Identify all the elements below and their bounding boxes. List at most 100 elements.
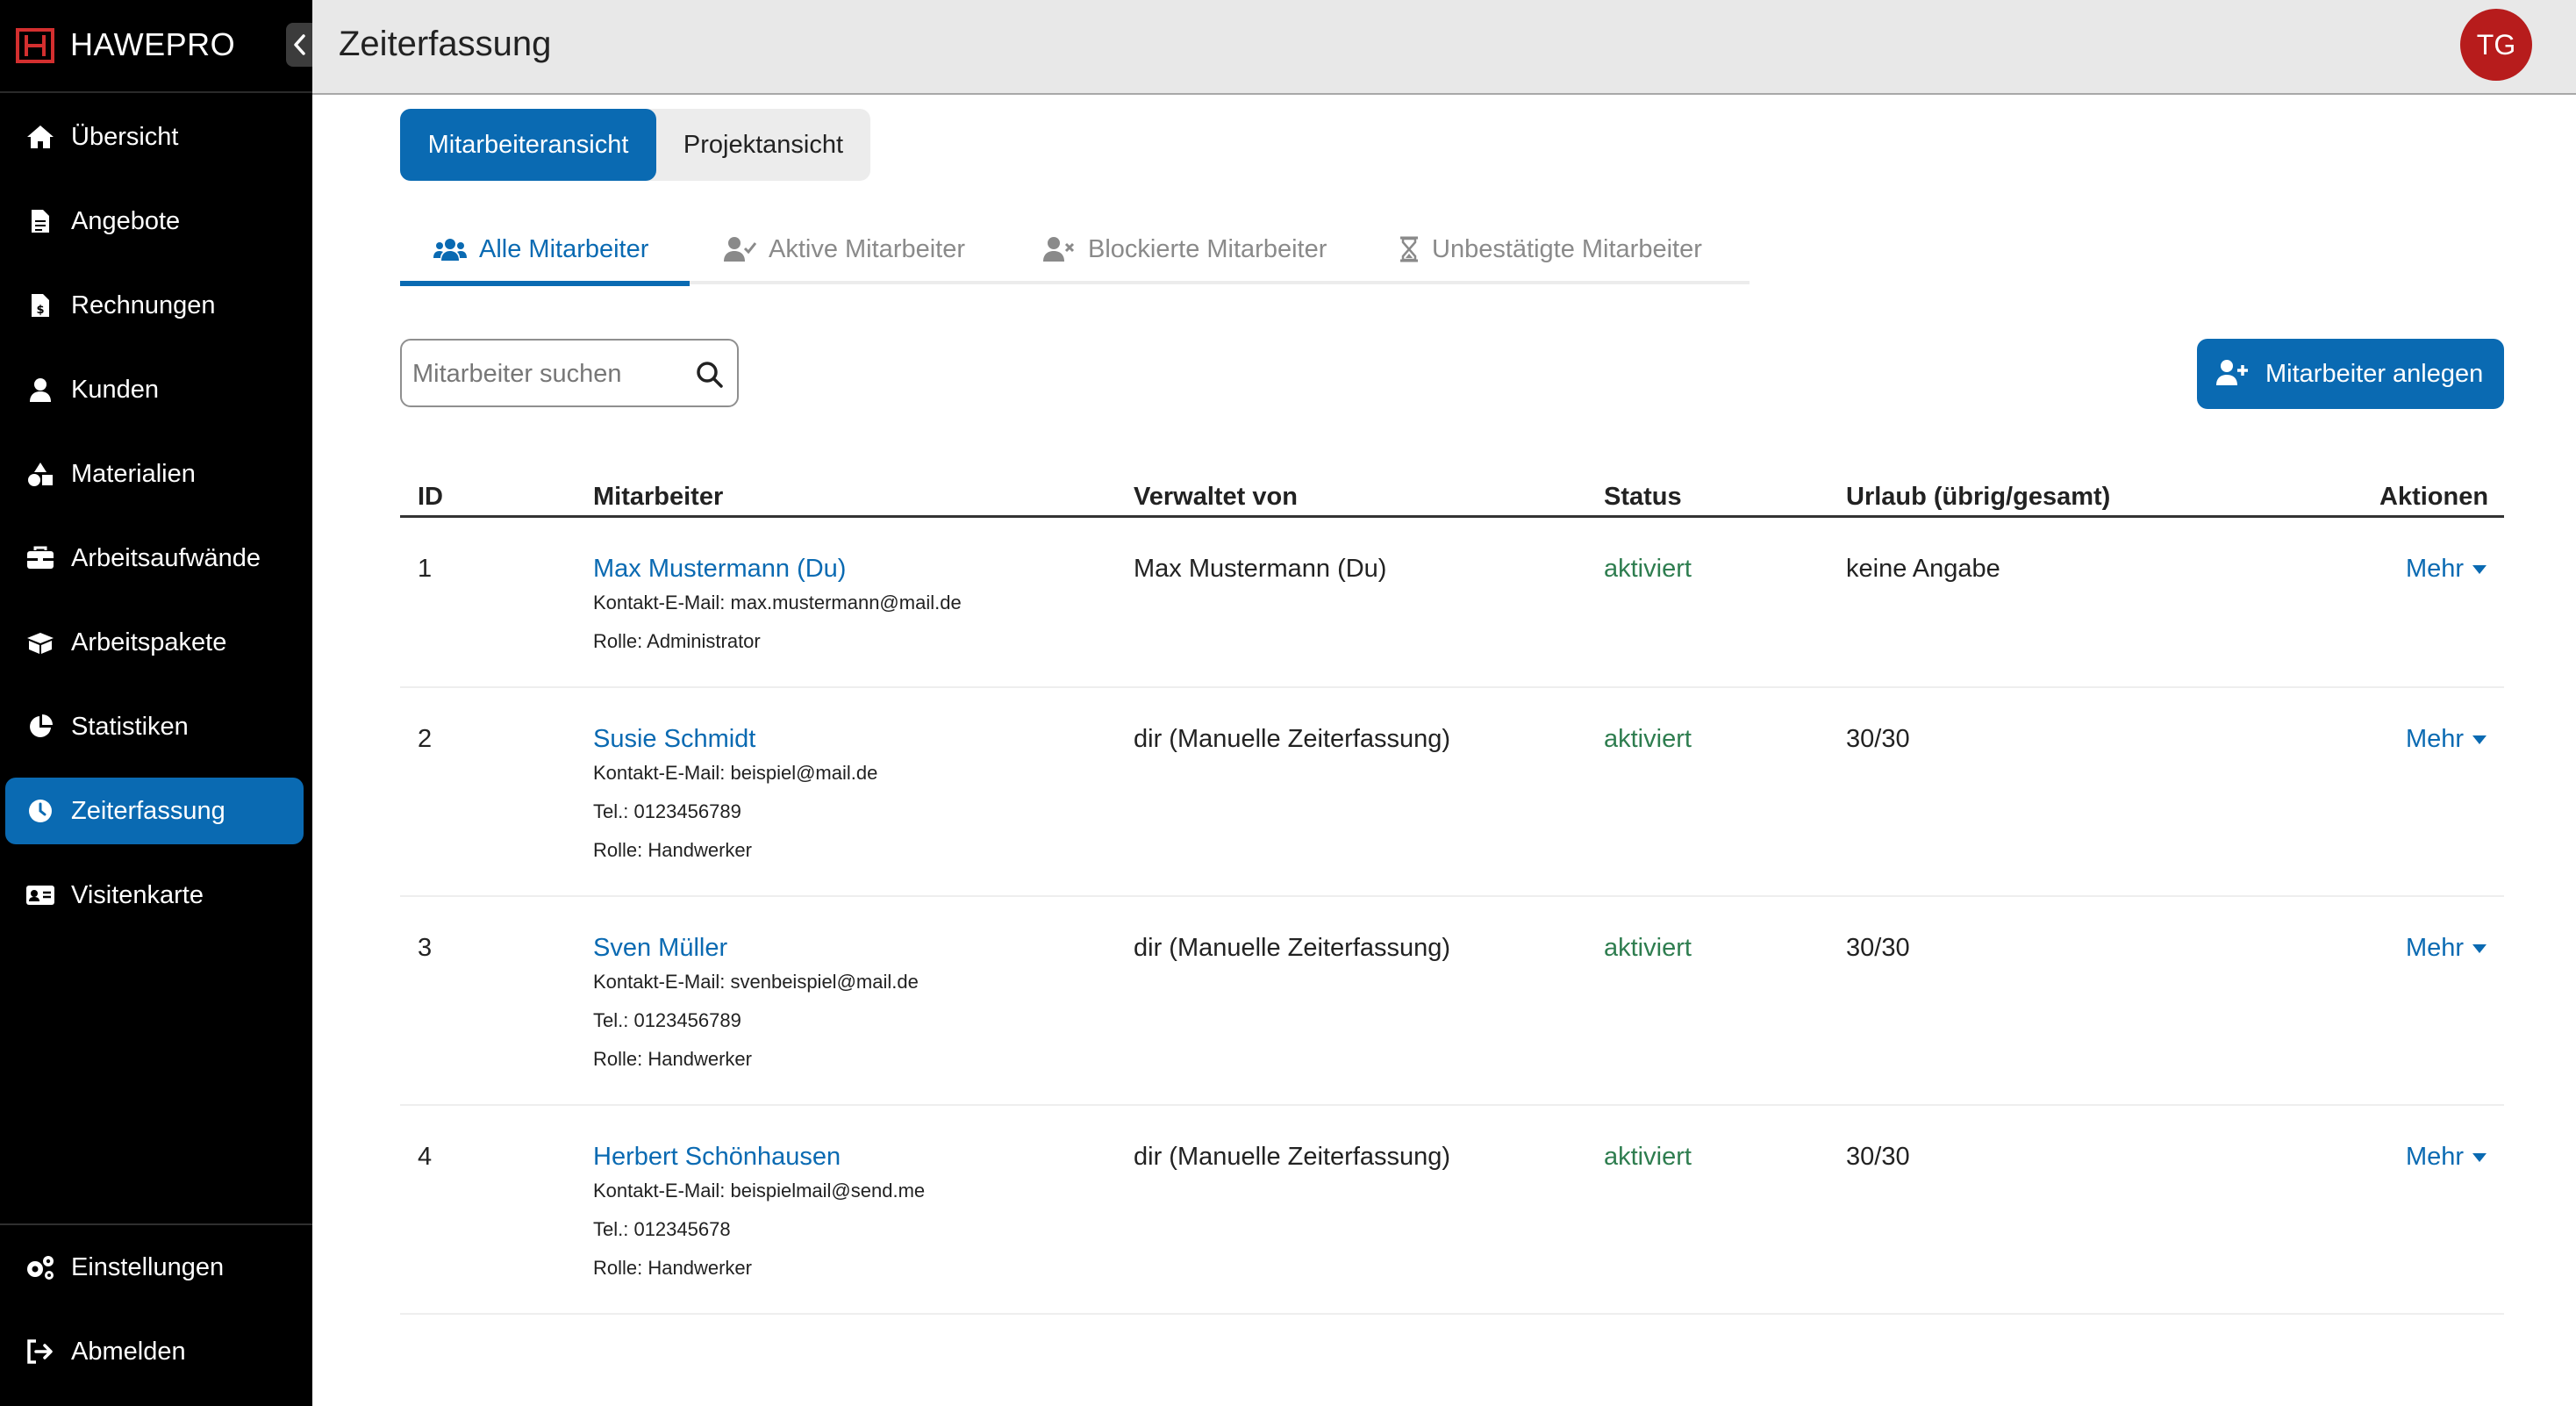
sidebar-divider bbox=[0, 1223, 312, 1225]
brand-name: HAWEPRO bbox=[70, 26, 236, 62]
vacation-value: 30/30 bbox=[1846, 725, 1910, 753]
hourglass-icon bbox=[1399, 236, 1420, 262]
more-label: Mehr bbox=[2406, 1143, 2465, 1171]
filter-tabs: Alle Mitarbeiter Aktive Mitarbeiter Bloc… bbox=[400, 214, 1750, 286]
home-icon bbox=[23, 121, 58, 153]
employee-id: 3 bbox=[418, 934, 433, 962]
avatar[interactable]: TG bbox=[2460, 9, 2532, 81]
sidebar-item-label: Übersicht bbox=[71, 122, 179, 151]
add-employee-button[interactable]: Mitarbeiter anlegen bbox=[2197, 339, 2504, 409]
document-icon bbox=[23, 205, 58, 237]
vacation-value: 30/30 bbox=[1846, 934, 1910, 962]
column-header-id: ID bbox=[418, 483, 443, 511]
user-plus-icon bbox=[2216, 360, 2248, 385]
status-badge: aktiviert bbox=[1604, 1143, 1692, 1171]
tab-unbestaetigte-mitarbeiter[interactable]: Unbestätigte Mitarbeiter bbox=[1399, 214, 1702, 284]
employee-role: Rolle: Administrator bbox=[593, 630, 761, 652]
brand-header: HAWEPRO bbox=[0, 0, 312, 93]
status-badge: aktiviert bbox=[1604, 725, 1692, 753]
more-dropdown-button[interactable]: Mehr bbox=[2406, 934, 2487, 963]
more-dropdown-button[interactable]: Mehr bbox=[2406, 1143, 2487, 1172]
user-icon bbox=[23, 374, 58, 405]
tab-aktive-mitarbeiter[interactable]: Aktive Mitarbeiter bbox=[723, 214, 965, 284]
active-tab-indicator bbox=[400, 281, 690, 286]
tab-label: Alle Mitarbeiter bbox=[479, 234, 649, 263]
table-row: 3 Sven Müller Kontakt-E-Mail: svenbeispi… bbox=[400, 897, 2504, 1106]
employee-role: Rolle: Handwerker bbox=[593, 1257, 752, 1279]
sidebar-item-label: Visitenkarte bbox=[71, 880, 204, 909]
employee-name-link[interactable]: Herbert Schönhausen bbox=[593, 1143, 841, 1172]
employee-name-link[interactable]: Sven Müller bbox=[593, 934, 727, 963]
employee-name-link[interactable]: Max Mustermann (Du) bbox=[593, 555, 846, 584]
managed-by: dir (Manuelle Zeiterfassung) bbox=[1134, 934, 1451, 962]
sidebar-item-label: Statistiken bbox=[71, 712, 189, 741]
sidebar-item-arbeitspakete[interactable]: Arbeitspakete bbox=[5, 609, 304, 676]
employee-email: Kontakt-E-Mail: beispielmail@send.me bbox=[593, 1180, 926, 1202]
sidebar-item-arbeitsaufwaende[interactable]: Arbeitsaufwände bbox=[5, 525, 304, 592]
column-header-status: Status bbox=[1604, 483, 1682, 511]
projektansicht-button[interactable]: Projektansicht bbox=[656, 109, 870, 181]
tab-blockierte-mitarbeiter[interactable]: Blockierte Mitarbeiter bbox=[1042, 214, 1327, 284]
sidebar-item-label: Einstellungen bbox=[71, 1252, 225, 1281]
sidebar-item-zeiterfassung[interactable]: Zeiterfassung bbox=[5, 778, 304, 844]
top-bar: Zeiterfassung TG bbox=[312, 0, 2576, 95]
employee-id: 1 bbox=[418, 555, 433, 583]
sidebar-item-rechnungen[interactable]: $ Rechnungen bbox=[5, 272, 304, 339]
sidebar-item-kunden[interactable]: Kunden bbox=[5, 356, 304, 423]
more-dropdown-button[interactable]: Mehr bbox=[2406, 725, 2487, 754]
managed-by: Max Mustermann (Du) bbox=[1134, 555, 1387, 583]
collapse-sidebar-button[interactable] bbox=[286, 23, 312, 67]
sidebar-item-visitenkarte[interactable]: Visitenkarte bbox=[5, 862, 304, 929]
search-input[interactable] bbox=[412, 353, 676, 395]
employee-id: 2 bbox=[418, 725, 433, 753]
tab-label: Unbestätigte Mitarbeiter bbox=[1432, 234, 1702, 263]
boxes-icon bbox=[23, 627, 58, 658]
employee-email: Kontakt-E-Mail: beispiel@mail.de bbox=[593, 762, 878, 784]
caret-down-icon bbox=[2472, 943, 2487, 953]
caret-down-icon bbox=[2472, 1152, 2487, 1162]
page-title: Zeiterfassung bbox=[339, 25, 552, 63]
sidebar-item-statistiken[interactable]: Statistiken bbox=[5, 693, 304, 760]
status-badge: aktiviert bbox=[1604, 934, 1692, 962]
managed-by: dir (Manuelle Zeiterfassung) bbox=[1134, 725, 1451, 753]
employee-role: Rolle: Handwerker bbox=[593, 839, 752, 861]
view-toggle: Mitarbeiteransicht Projektansicht bbox=[400, 109, 870, 181]
tab-alle-mitarbeiter[interactable]: Alle Mitarbeiter bbox=[433, 214, 648, 284]
sidebar-item-label: Abmelden bbox=[71, 1337, 186, 1366]
search-icon[interactable] bbox=[695, 360, 725, 390]
mitarbeiteransicht-button[interactable]: Mitarbeiteransicht bbox=[400, 109, 656, 181]
more-label: Mehr bbox=[2406, 725, 2465, 753]
sidebar-item-materialien[interactable]: Materialien bbox=[5, 441, 304, 507]
table-row: 2 Susie Schmidt Kontakt-E-Mail: beispiel… bbox=[400, 688, 2504, 897]
sidebar-item-label: Angebote bbox=[71, 206, 181, 235]
user-x-icon bbox=[1042, 236, 1076, 262]
table-header: ID Mitarbeiter Verwaltet von Status Urla… bbox=[400, 465, 2504, 518]
user-check-icon bbox=[723, 236, 756, 262]
employee-phone: Tel.: 0123456789 bbox=[593, 800, 741, 822]
sidebar-item-angebote[interactable]: Angebote bbox=[5, 188, 304, 255]
sidebar-item-label: Arbeitsaufwände bbox=[71, 543, 261, 572]
search-box bbox=[400, 339, 739, 407]
column-header-urlaub: Urlaub (übrig/gesamt) bbox=[1846, 483, 2111, 511]
vacation-value: keine Angabe bbox=[1846, 555, 2000, 583]
vacation-value: 30/30 bbox=[1846, 1143, 1910, 1171]
more-label: Mehr bbox=[2406, 934, 2465, 962]
sidebar: HAWEPRO Übersicht Angebote $ Rechnungen bbox=[0, 0, 312, 1406]
more-dropdown-button[interactable]: Mehr bbox=[2406, 555, 2487, 584]
employee-name-link[interactable]: Susie Schmidt bbox=[593, 725, 755, 754]
employee-role: Rolle: Handwerker bbox=[593, 1048, 752, 1070]
logout-icon bbox=[23, 1336, 58, 1367]
tab-label: Blockierte Mitarbeiter bbox=[1088, 234, 1327, 263]
sidebar-item-uebersicht[interactable]: Übersicht bbox=[5, 104, 304, 170]
shapes-icon bbox=[23, 458, 58, 490]
column-header-mitarbeiter: Mitarbeiter bbox=[593, 483, 724, 511]
gears-icon bbox=[23, 1252, 58, 1283]
sidebar-item-label: Zeiterfassung bbox=[71, 796, 225, 825]
employee-phone: Tel.: 0123456789 bbox=[593, 1009, 741, 1031]
add-employee-label: Mitarbeiter anlegen bbox=[2265, 360, 2484, 388]
invoice-icon: $ bbox=[23, 290, 58, 321]
sidebar-item-einstellungen[interactable]: Einstellungen bbox=[5, 1234, 304, 1301]
employee-email: Kontakt-E-Mail: svenbeispiel@mail.de bbox=[593, 971, 919, 993]
sidebar-item-abmelden[interactable]: Abmelden bbox=[5, 1318, 304, 1385]
employee-email: Kontakt-E-Mail: max.mustermann@mail.de bbox=[593, 592, 962, 613]
